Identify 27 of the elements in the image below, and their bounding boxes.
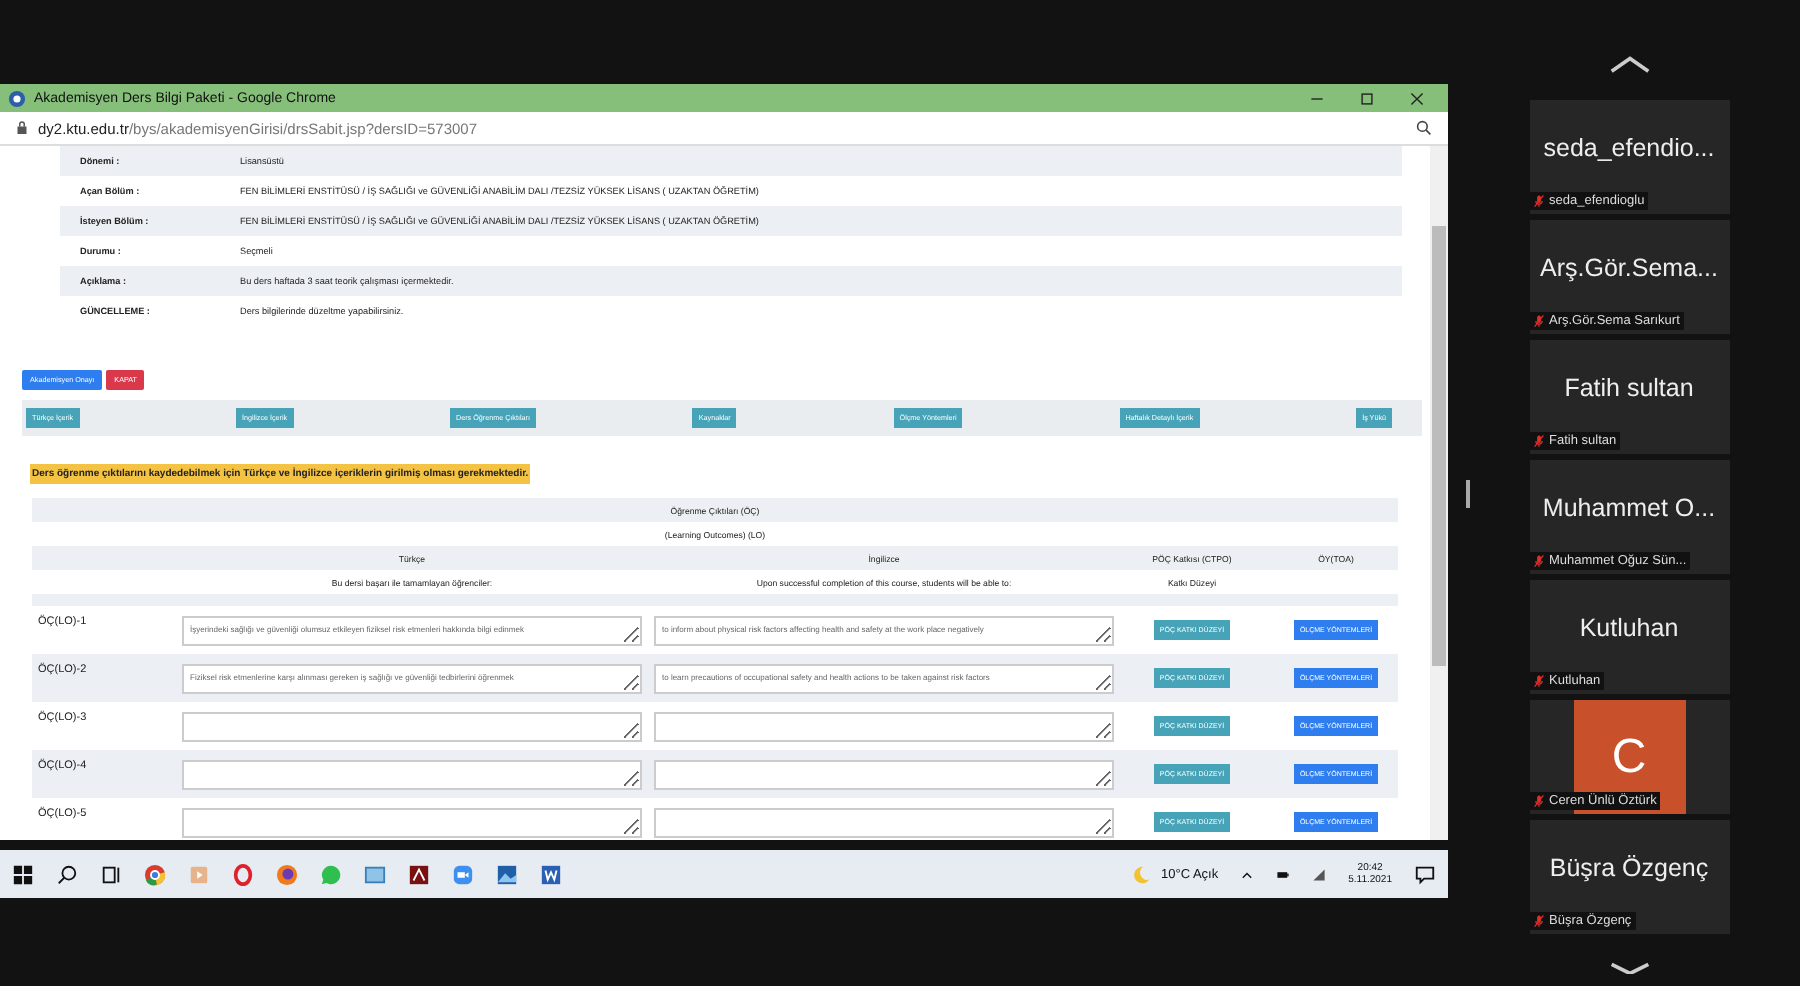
close-icon[interactable] <box>1410 91 1424 105</box>
participant-name: Büşra Özgenç <box>1549 853 1709 886</box>
participant-name: Fatih sultan <box>1564 373 1694 405</box>
app-logo-icon <box>8 89 26 107</box>
globe-icon[interactable] <box>276 863 298 885</box>
participant-name: Arş.Gör.Sema... <box>1540 253 1718 286</box>
lock-icon <box>16 120 28 136</box>
chevron-up-icon[interactable] <box>1607 54 1651 74</box>
task-view-icon[interactable] <box>100 863 122 885</box>
search-icon[interactable] <box>56 863 78 885</box>
chevron-up-icon[interactable] <box>1240 867 1255 881</box>
windows-start-icon[interactable] <box>12 863 34 885</box>
scrollbar[interactable] <box>1430 146 1448 840</box>
participant-name: seda_efendio... <box>1543 133 1715 165</box>
participant-name: Kutluhan <box>1579 613 1679 645</box>
browser-icon[interactable] <box>144 863 166 885</box>
ring-icon[interactable] <box>232 863 254 885</box>
moon-icon <box>1129 863 1151 885</box>
image-icon[interactable] <box>496 863 518 885</box>
participant-name: Muhammet O... <box>1542 493 1716 525</box>
chevron-down-icon[interactable] <box>1607 962 1651 974</box>
app-window-icon[interactable] <box>364 863 386 885</box>
maximize-icon[interactable] <box>1360 91 1374 105</box>
resize-handle[interactable] <box>1466 479 1470 507</box>
notification-icon[interactable] <box>1414 863 1436 885</box>
search-icon[interactable] <box>1416 120 1432 136</box>
video-camera-icon[interactable] <box>452 863 474 885</box>
